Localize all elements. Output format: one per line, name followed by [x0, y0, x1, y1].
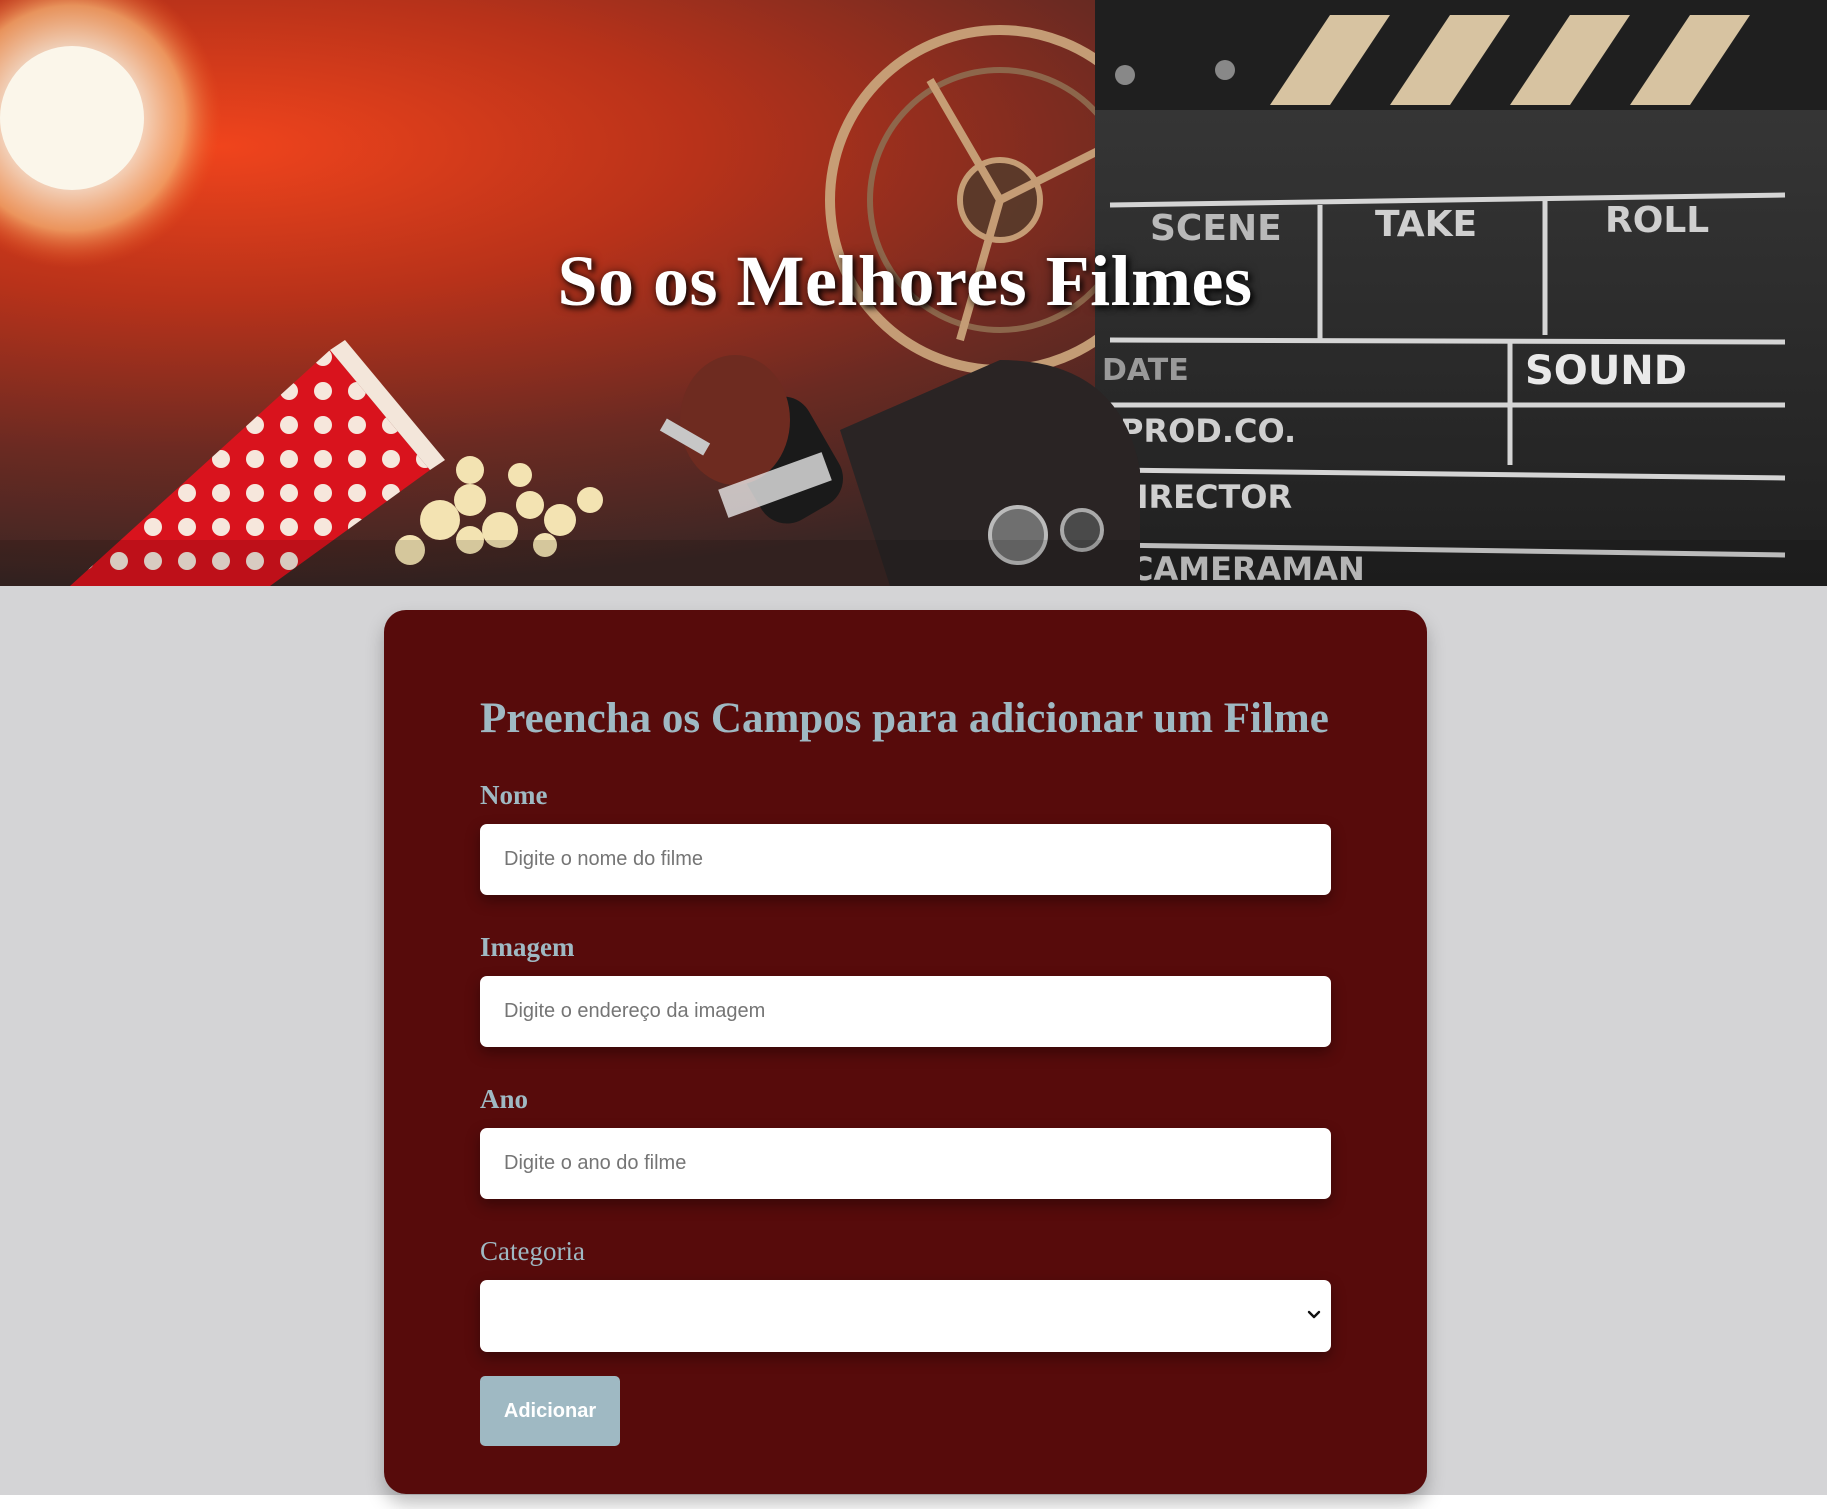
nome-input[interactable]: [480, 824, 1331, 895]
nome-label: Nome: [480, 780, 548, 810]
hero-banner: SCENE TAKE ROLL DATE SOUND PROD.CO. DIRE…: [0, 0, 1827, 586]
page-title: So os Melhores Filmes: [557, 241, 1253, 321]
ano-label: Ano: [480, 1084, 529, 1114]
form-title: Preencha os Campos para adicionar um Fil…: [480, 695, 1329, 742]
svg-text:SOUND: SOUND: [1525, 348, 1687, 394]
chevron-down-icon: [1307, 1310, 1321, 1319]
ano-input[interactable]: [480, 1128, 1331, 1199]
svg-text:DATE: DATE: [1102, 353, 1189, 388]
imagem-label: Imagem: [480, 932, 575, 962]
svg-text:PROD.CO.: PROD.CO.: [1120, 412, 1296, 450]
categoria-label: Categoria: [480, 1236, 585, 1266]
add-button[interactable]: Adicionar: [480, 1376, 620, 1446]
svg-text:TAKE: TAKE: [1375, 204, 1477, 245]
imagem-input[interactable]: [480, 976, 1331, 1047]
add-movie-form: Preencha os Campos para adicionar um Fil…: [384, 610, 1427, 1494]
svg-text:ROLL: ROLL: [1605, 200, 1709, 241]
categoria-select[interactable]: [480, 1280, 1331, 1352]
